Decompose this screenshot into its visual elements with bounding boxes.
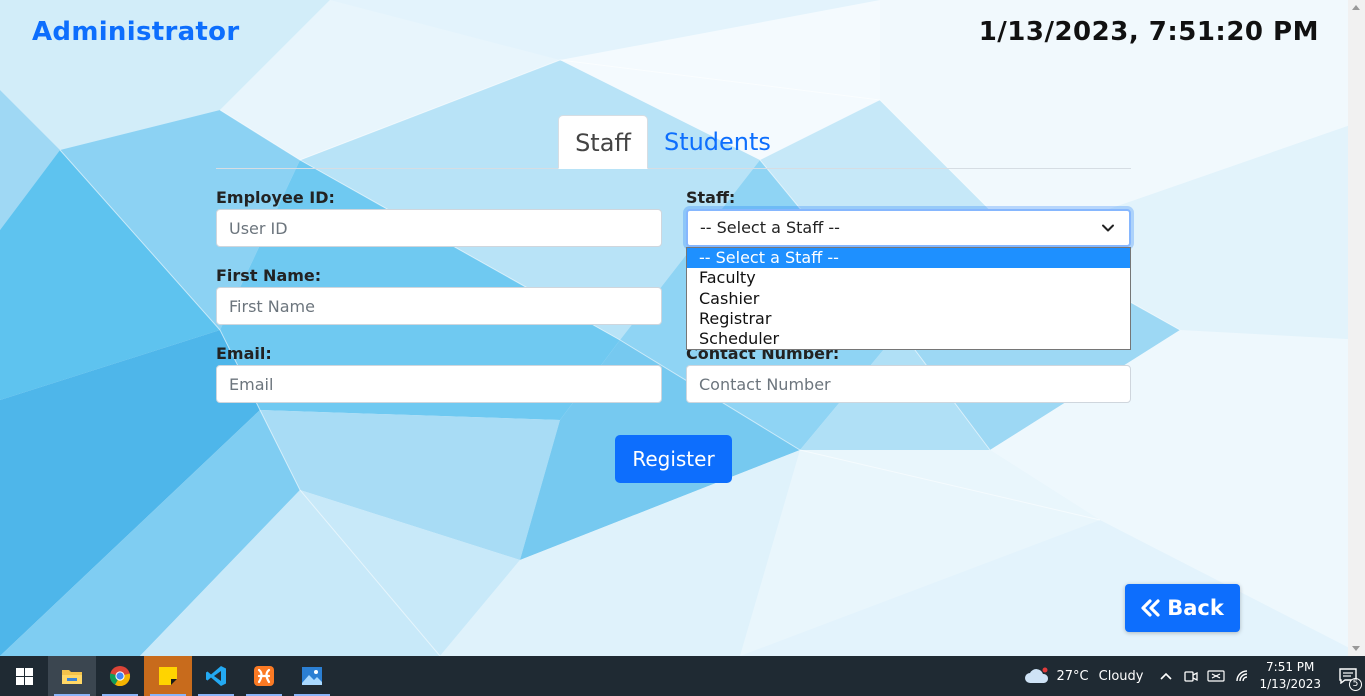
staff-option[interactable]: Registrar [687, 309, 1130, 329]
chrome-taskbar-button[interactable] [96, 656, 144, 696]
page-scrollbar[interactable] [1348, 0, 1365, 656]
staff-select[interactable]: -- Select a Staff -- [686, 209, 1131, 247]
photos-icon [302, 667, 322, 685]
file-explorer-taskbar-button[interactable] [48, 656, 96, 696]
chevron-down-icon [1102, 224, 1114, 232]
notification-center-button[interactable]: 5 [1331, 656, 1365, 696]
datetime-display: 1/13/2023, 7:51:20 PM [978, 17, 1319, 47]
tray-date: 1/13/2023 [1259, 677, 1321, 691]
tab-bar: Staff Students [216, 115, 1131, 169]
employee-id-label: Employee ID: [216, 188, 335, 207]
weather-temp[interactable]: 27°C [1057, 669, 1089, 684]
scroll-down-arrow-icon[interactable] [1352, 646, 1360, 651]
taskbar: 27°C Cloudy 7:51 PM 1/13/2023 5 [0, 656, 1365, 696]
staff-select-value: -- Select a Staff -- [700, 218, 840, 237]
notification-count-badge: 5 [1349, 678, 1362, 691]
sticky-note-icon [159, 667, 177, 685]
back-button[interactable]: Back [1125, 584, 1240, 632]
background-pattern [0, 0, 1365, 656]
vscode-taskbar-button[interactable] [192, 656, 240, 696]
cloud-icon[interactable] [1023, 666, 1051, 686]
staff-option[interactable]: Scheduler [687, 329, 1130, 349]
system-tray: 27°C Cloudy 7:51 PM 1/13/2023 5 [1023, 656, 1365, 696]
windows-start-button[interactable] [0, 656, 48, 696]
sticky-notes-taskbar-button[interactable] [144, 656, 192, 696]
staff-option[interactable]: Cashier [687, 289, 1130, 309]
staff-label: Staff: [686, 188, 736, 207]
chrome-icon [109, 666, 131, 687]
tab-students[interactable]: Students [648, 115, 787, 169]
register-button[interactable]: Register [615, 435, 732, 483]
xampp-icon [254, 666, 274, 686]
weather-condition[interactable]: Cloudy [1099, 669, 1144, 684]
wifi-icon[interactable] [1235, 669, 1251, 683]
windows-logo-icon [15, 667, 33, 685]
contact-number-input[interactable] [686, 365, 1131, 403]
double-chevron-left-icon [1141, 599, 1160, 617]
brand-title: Administrator [32, 17, 240, 47]
folder-icon [62, 670, 82, 684]
employee-id-input[interactable] [216, 209, 662, 247]
photos-taskbar-button[interactable] [288, 656, 336, 696]
email-label: Email: [216, 344, 272, 363]
xampp-taskbar-button[interactable] [240, 656, 288, 696]
tab-staff[interactable]: Staff [558, 115, 648, 169]
tray-time: 7:51 PM [1266, 660, 1315, 674]
scroll-up-arrow-icon[interactable] [1352, 5, 1360, 10]
tray-clock[interactable]: 7:51 PM 1/13/2023 [1259, 659, 1321, 693]
back-button-label: Back [1167, 596, 1224, 620]
meet-now-icon[interactable] [1183, 668, 1199, 684]
staff-option[interactable]: -- Select a Staff -- [687, 248, 1130, 269]
first-name-input[interactable] [216, 287, 662, 325]
chevron-up-icon[interactable] [1159, 671, 1173, 681]
vscode-icon [206, 666, 226, 686]
staff-dropdown-list: -- Select a Staff -- Faculty Cashier Reg… [686, 247, 1131, 350]
keyboard-language-icon[interactable] [1207, 668, 1226, 684]
email-input[interactable] [216, 365, 662, 403]
staff-option[interactable]: Faculty [687, 268, 1130, 288]
first-name-label: First Name: [216, 266, 322, 285]
